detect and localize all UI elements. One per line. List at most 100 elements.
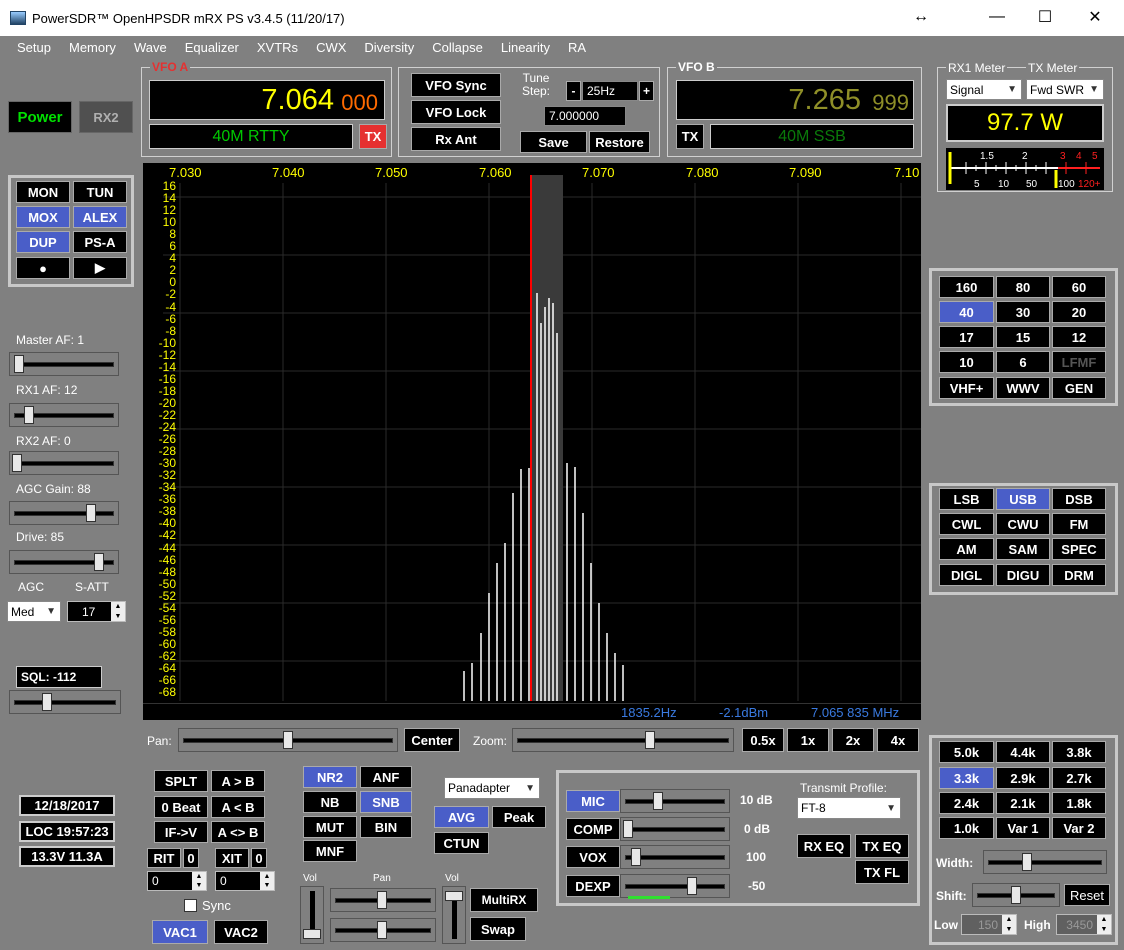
filter-2-4k-button[interactable]: 2.4k: [939, 792, 994, 814]
vol2-slider[interactable]: [442, 886, 466, 944]
mode-am-button[interactable]: AM: [939, 538, 994, 560]
menu-diversity[interactable]: Diversity: [364, 40, 414, 55]
memory-frequency-input[interactable]: 7.000000: [544, 106, 626, 126]
filter-2-7k-button[interactable]: 2.7k: [1052, 767, 1106, 789]
mnf-button[interactable]: MNF: [303, 840, 357, 862]
filter-1-0k-button[interactable]: 1.0k: [939, 817, 994, 839]
band-15-button[interactable]: 15: [996, 326, 1050, 348]
agc-gain-slider[interactable]: [9, 501, 119, 525]
display-mode-select[interactable]: Panadapter ▼: [444, 777, 540, 799]
zoom-2x-button[interactable]: 2x: [832, 728, 874, 752]
split-button[interactable]: SPLT: [154, 770, 208, 792]
swap-button[interactable]: Swap: [470, 917, 526, 941]
snb-button[interactable]: SNB: [360, 791, 412, 813]
minimize-button[interactable]: —: [974, 0, 1020, 34]
rx1-pan-slider[interactable]: [330, 888, 436, 912]
band-80-button[interactable]: 80: [996, 276, 1050, 298]
rit-button[interactable]: RIT: [147, 848, 181, 868]
band-60-button[interactable]: 60: [1052, 276, 1106, 298]
rx2-af-slider[interactable]: [9, 451, 119, 475]
power-button[interactable]: Power: [8, 101, 72, 133]
record-icon[interactable]: ●: [16, 257, 70, 279]
spinner-arrows-icon[interactable]: ▲ ▼: [1002, 915, 1016, 934]
drive-slider[interactable]: [9, 550, 119, 574]
band-20-button[interactable]: 20: [1052, 301, 1106, 323]
play-icon[interactable]: ▶: [73, 257, 127, 279]
mode-digu-button[interactable]: DIGU: [996, 564, 1050, 586]
rit-spinner[interactable]: 0 ▲ ▼: [147, 871, 207, 891]
bin-button[interactable]: BIN: [360, 816, 412, 838]
band-10-button[interactable]: 10: [939, 351, 994, 373]
filter-2-9k-button[interactable]: 2.9k: [996, 767, 1050, 789]
maximize-button[interactable]: ☐: [1022, 0, 1068, 34]
mode-lsb-button[interactable]: LSB: [939, 488, 994, 510]
menu-cwx[interactable]: CWX: [316, 40, 346, 55]
filter-var1-button[interactable]: Var 1: [996, 817, 1050, 839]
multirx-button[interactable]: MultiRX: [470, 888, 538, 912]
band-30-button[interactable]: 30: [996, 301, 1050, 323]
menu-xvtrs[interactable]: XVTRs: [257, 40, 298, 55]
mode-drm-button[interactable]: DRM: [1052, 564, 1106, 586]
pan-slider[interactable]: [178, 728, 398, 752]
filter-4-4k-button[interactable]: 4.4k: [996, 741, 1050, 763]
if-to-v-button[interactable]: IF->V: [154, 821, 208, 843]
comp-slider[interactable]: [620, 817, 730, 841]
spinner-arrows-icon[interactable]: ▲ ▼: [1097, 915, 1111, 934]
vox-button[interactable]: VOX: [566, 846, 620, 868]
avg-button[interactable]: AVG: [434, 806, 489, 828]
vfo-a-tx-button[interactable]: TX: [359, 124, 387, 149]
zero-beat-button[interactable]: 0 Beat: [154, 796, 208, 818]
vac2-button[interactable]: VAC2: [214, 920, 268, 944]
swap-ab-button[interactable]: A <> B: [211, 821, 265, 843]
squelch-button[interactable]: SQL: -112: [16, 666, 102, 688]
nr2-button[interactable]: NR2: [303, 766, 357, 788]
mode-digl-button[interactable]: DIGL: [939, 564, 994, 586]
band-lfmf-button[interactable]: LFMF: [1052, 351, 1106, 373]
transmit-profile-select[interactable]: FT-8 ▼: [797, 797, 901, 819]
close-button[interactable]: ✕: [1072, 0, 1118, 34]
mox-button[interactable]: MOX: [16, 206, 70, 228]
tx-eq-button[interactable]: TX EQ: [855, 834, 909, 858]
menu-equalizer[interactable]: Equalizer: [185, 40, 239, 55]
vfo-b-tx-button[interactable]: TX: [676, 124, 704, 149]
zoom-0-5x-button[interactable]: 0.5x: [742, 728, 784, 752]
dexp-button[interactable]: DEXP: [566, 875, 620, 897]
vox-slider[interactable]: [620, 845, 730, 869]
filter-high-spinner[interactable]: 3450 ▲ ▼: [1056, 914, 1112, 935]
band-17-button[interactable]: 17: [939, 326, 994, 348]
filter-2-1k-button[interactable]: 2.1k: [996, 792, 1050, 814]
tune-step-plus-button[interactable]: +: [639, 81, 654, 101]
b-to-a-button[interactable]: A < B: [211, 796, 265, 818]
center-button[interactable]: Center: [404, 728, 460, 752]
mode-sam-button[interactable]: SAM: [996, 538, 1050, 560]
rx-eq-button[interactable]: RX EQ: [797, 834, 851, 858]
menu-linearity[interactable]: Linearity: [501, 40, 550, 55]
rx-ant-button[interactable]: Rx Ant: [411, 127, 501, 151]
band-160-button[interactable]: 160: [939, 276, 994, 298]
tun-button[interactable]: TUN: [73, 181, 127, 203]
alex-button[interactable]: ALEX: [73, 206, 127, 228]
filter-1-8k-button[interactable]: 1.8k: [1052, 792, 1106, 814]
vac1-button[interactable]: VAC1: [152, 920, 208, 944]
dexp-slider[interactable]: [620, 874, 730, 898]
ps-a-button[interactable]: PS-A: [73, 231, 127, 253]
filter-var2-button[interactable]: Var 2: [1052, 817, 1106, 839]
band-6-button[interactable]: 6: [996, 351, 1050, 373]
agc-mode-select[interactable]: Med ▼: [7, 601, 61, 622]
filter-3-3k-button[interactable]: 3.3k: [939, 767, 994, 789]
rx1-meter-select[interactable]: Signal ▼: [946, 79, 1022, 100]
anf-button[interactable]: ANF: [360, 766, 412, 788]
comp-button[interactable]: COMP: [566, 818, 620, 840]
rx1-af-slider[interactable]: [9, 403, 119, 427]
filter-3-8k-button[interactable]: 3.8k: [1052, 741, 1106, 763]
vfo-a-display[interactable]: 7.064 000: [149, 80, 385, 120]
rx2-button[interactable]: RX2: [79, 101, 133, 133]
peak-button[interactable]: Peak: [492, 806, 546, 828]
mode-cwu-button[interactable]: CWU: [996, 513, 1050, 535]
band-40-button[interactable]: 40: [939, 301, 994, 323]
squelch-slider[interactable]: [9, 690, 121, 714]
a-to-b-button[interactable]: A > B: [211, 770, 265, 792]
dup-button[interactable]: DUP: [16, 231, 70, 253]
tx-meter-select[interactable]: Fwd SWR ▼: [1026, 79, 1104, 100]
panadapter-display[interactable]: 7.030 7.040 7.050 7.060 7.070 7.080 7.09…: [143, 163, 921, 720]
